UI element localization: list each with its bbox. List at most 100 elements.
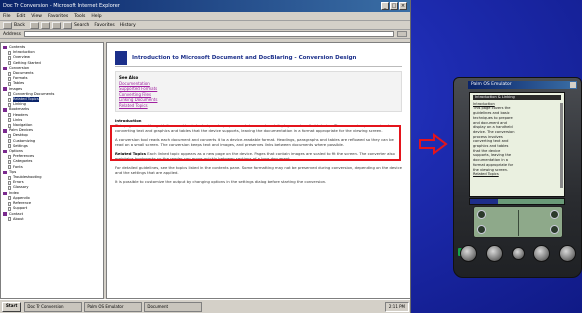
graffiti-area[interactable] — [473, 206, 563, 238]
menu-icon[interactable] — [477, 225, 486, 234]
todo-button[interactable] — [533, 244, 551, 262]
book-icon — [3, 129, 7, 133]
page-icon — [8, 134, 11, 139]
maximize-button[interactable]: □ — [390, 2, 398, 10]
page-icon — [8, 180, 11, 185]
book-icon — [3, 66, 7, 71]
history-label[interactable]: History — [120, 23, 136, 28]
browser-content: Contents Introduction Overview Getting Star… — [0, 42, 410, 299]
taskbar-item[interactable]: Palm OS Emulator — [84, 301, 143, 312]
close-button[interactable]: × — [399, 2, 407, 10]
graffiti-divider — [518, 210, 519, 236]
hardware-buttons — [460, 241, 576, 265]
stop-icon[interactable] — [40, 21, 50, 29]
book-icon — [3, 212, 7, 216]
memo-button[interactable] — [559, 244, 576, 262]
palm-screen-title: Introduction & Linking — [473, 95, 561, 100]
menu-tools[interactable]: Tools — [74, 14, 85, 19]
menu-help[interactable]: Help — [91, 14, 101, 19]
page-icon — [8, 217, 11, 222]
taskbar-item[interactable]: Doc Tr Conversion — [24, 301, 83, 312]
favorites-label[interactable]: Favorites — [94, 23, 114, 28]
book-icon — [3, 170, 7, 175]
datebook-button[interactable] — [460, 244, 477, 262]
menu-view[interactable]: View — [31, 14, 42, 19]
page-icon — [8, 97, 11, 102]
document-pane: Introduction to Microsoft Document and D… — [106, 42, 410, 299]
palm-scrollbar[interactable] — [560, 103, 563, 188]
doc-title: Introduction to Microsoft Document and D… — [132, 54, 357, 61]
page-icon — [8, 201, 11, 206]
book-icon — [3, 108, 7, 112]
page-icon — [8, 165, 11, 170]
home-icon[interactable] — [62, 21, 72, 29]
palm-screen[interactable]: Introduction & Linking Introduction This … — [469, 92, 565, 197]
book-icon — [3, 45, 7, 50]
window-title: Doc Tr Conversion - Microsoft Internet E… — [3, 3, 120, 9]
page-icon — [8, 76, 11, 81]
page-icon — [8, 71, 11, 76]
book-icon — [3, 87, 7, 91]
page-icon — [8, 206, 11, 211]
menu-file[interactable]: File — [3, 14, 11, 19]
minimize-button[interactable]: _ — [381, 2, 389, 10]
menu-edit[interactable]: Edit — [17, 14, 26, 19]
page-icon — [8, 160, 11, 165]
palm-status-bar — [469, 198, 565, 205]
toolbar: Back Search Favorites History — [0, 21, 410, 30]
address-button[interactable] — [485, 244, 503, 262]
page-icon — [8, 50, 11, 55]
system-clock: 2:11 PM — [384, 301, 409, 312]
page-icon — [8, 154, 11, 159]
calculator-icon[interactable] — [550, 210, 559, 219]
right-arrow-icon — [419, 133, 448, 155]
go-button[interactable] — [397, 31, 407, 37]
page-icon — [8, 82, 11, 87]
page-icon — [8, 56, 11, 60]
forward-icon[interactable] — [29, 21, 39, 29]
page-icon — [8, 102, 11, 107]
taskbar: Start Doc Tr Conversion Palm OS Emulator… — [0, 299, 410, 313]
address-input[interactable] — [23, 31, 394, 37]
page-icon — [8, 92, 11, 97]
page-icon — [8, 196, 11, 201]
taskbar-item[interactable]: Document — [144, 301, 203, 312]
refresh-icon[interactable] — [51, 21, 61, 29]
page-icon — [8, 175, 11, 180]
emulator-titlebar: Palm OS Emulator — [468, 81, 577, 89]
scroll-button[interactable] — [511, 246, 525, 260]
page-icon — [8, 186, 11, 191]
palm-status-fill — [470, 199, 499, 204]
page-icon — [8, 139, 11, 144]
page-icon — [8, 61, 11, 66]
window-titlebar: Doc Tr Conversion - Microsoft Internet E… — [0, 0, 410, 12]
sidebar-item-label: About — [13, 216, 24, 221]
address-bar: Address — [0, 30, 410, 39]
menubar: File Edit View Favorites Tools Help — [0, 12, 410, 21]
start-button[interactable]: Start — [2, 301, 22, 312]
body-paragraph: It is possible to customize the output b… — [115, 179, 327, 184]
search-label[interactable]: Search — [74, 23, 89, 28]
page-icon — [8, 118, 11, 123]
find-icon[interactable] — [550, 225, 559, 234]
back-label[interactable]: Back — [14, 23, 25, 28]
page-icon — [8, 113, 11, 118]
related-link[interactable]: Related Topics — [119, 103, 398, 109]
home-icon[interactable] — [477, 210, 486, 219]
address-label: Address — [3, 31, 21, 37]
palm-emulator: Palm OS Emulator Introduction & Linking … — [453, 77, 582, 278]
book-icon — [3, 191, 7, 196]
related-links-box: See Also Documentation Supported Formats… — [115, 71, 402, 112]
page-icon — [8, 123, 11, 128]
emulator-close-button[interactable] — [570, 82, 576, 88]
highlight-box — [110, 125, 401, 161]
menu-favorites[interactable]: Favorites — [48, 14, 68, 19]
palm-screen-line[interactable]: Related Topics — [473, 172, 561, 177]
contents-tree: Contents Introduction Overview Getting Star… — [0, 42, 104, 299]
page-icon — [8, 144, 11, 149]
back-icon[interactable] — [3, 21, 12, 29]
doc-logo-icon — [115, 50, 127, 65]
emulator-title: Palm OS Emulator — [471, 82, 512, 87]
book-icon — [3, 149, 7, 154]
sidebar-item[interactable]: About — [3, 217, 101, 222]
